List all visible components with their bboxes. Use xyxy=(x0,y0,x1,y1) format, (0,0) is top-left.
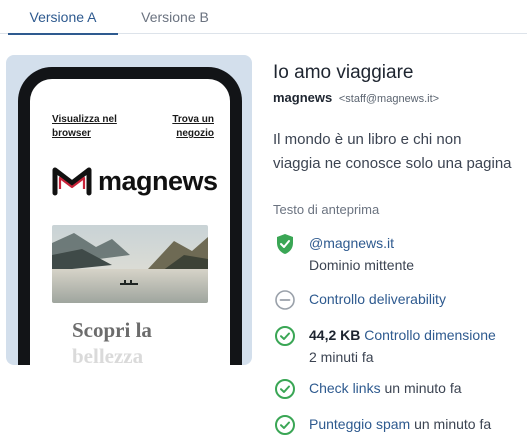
active-tab-indicator xyxy=(8,33,118,35)
check-circle-icon xyxy=(275,415,295,435)
sender-domain-link[interactable]: @magnews.it xyxy=(309,235,394,251)
hero-image xyxy=(52,225,208,303)
version-tabs: Versione A Versione B xyxy=(0,0,527,35)
check-sender-domain: @magnews.it Dominio mittente xyxy=(273,232,414,276)
preheader-text: Il mondo è un libro e chi non viaggia ne… xyxy=(273,131,512,172)
tab-version-b[interactable]: Versione B xyxy=(120,0,230,34)
check-links: Check links un minuto fa xyxy=(273,377,462,401)
minus-circle-icon xyxy=(275,290,295,310)
check-size: 44,2 KB Controllo dimensione 2 minuti fa xyxy=(273,324,496,368)
shield-check-icon xyxy=(277,234,293,254)
tab-version-b-label: Versione B xyxy=(141,9,209,25)
check-spam: Punteggio spam un minuto fa xyxy=(273,413,491,437)
deliverability-link[interactable]: Controllo deliverability xyxy=(309,291,446,307)
size-check-link[interactable]: Controllo dimensione xyxy=(364,327,496,343)
tab-version-a-label: Versione A xyxy=(29,9,97,25)
headline-line-1: Scopri la xyxy=(72,318,152,342)
sender-domain-label: Dominio mittente xyxy=(309,257,415,273)
email-headline: Scopri la bellezza xyxy=(72,317,152,365)
preheader-label: Testo di anteprima xyxy=(273,202,380,217)
sender-name: magnews xyxy=(273,90,333,105)
magnews-logo: magnews xyxy=(52,165,218,197)
size-check-time: 2 minuti fa xyxy=(309,349,374,365)
spam-score-time: un minuto fa xyxy=(414,416,492,432)
magnews-logo-icon xyxy=(52,167,92,196)
check-deliverability: Controllo deliverability xyxy=(273,288,446,312)
email-size-value: 44,2 KB xyxy=(309,327,361,343)
logo-wordmark: magnews xyxy=(98,165,218,196)
sender-email: <staff@magnews.it> xyxy=(338,93,440,105)
tab-version-a[interactable]: Versione A xyxy=(8,0,118,35)
headline-line-2: bellezza xyxy=(72,344,144,365)
spam-score-link[interactable]: Punteggio spam xyxy=(309,416,410,432)
sender: magnews <staff@magnews.it> xyxy=(273,90,439,105)
check-circle-icon xyxy=(275,326,295,346)
view-in-browser-link[interactable]: Visualizza nel browser xyxy=(52,113,132,141)
email-top-links: Visualizza nel browser Trova un negozio xyxy=(52,113,214,141)
email-subject: Io amo viaggiare xyxy=(273,62,414,83)
find-store-link[interactable]: Trova un negozio xyxy=(156,113,214,141)
check-circle-icon xyxy=(275,379,295,399)
check-links-link[interactable]: Check links xyxy=(309,380,381,396)
check-links-time: un minuto fa xyxy=(384,380,462,396)
email-preview-panel: Visualizza nel browser Trova un negozio … xyxy=(6,55,252,365)
